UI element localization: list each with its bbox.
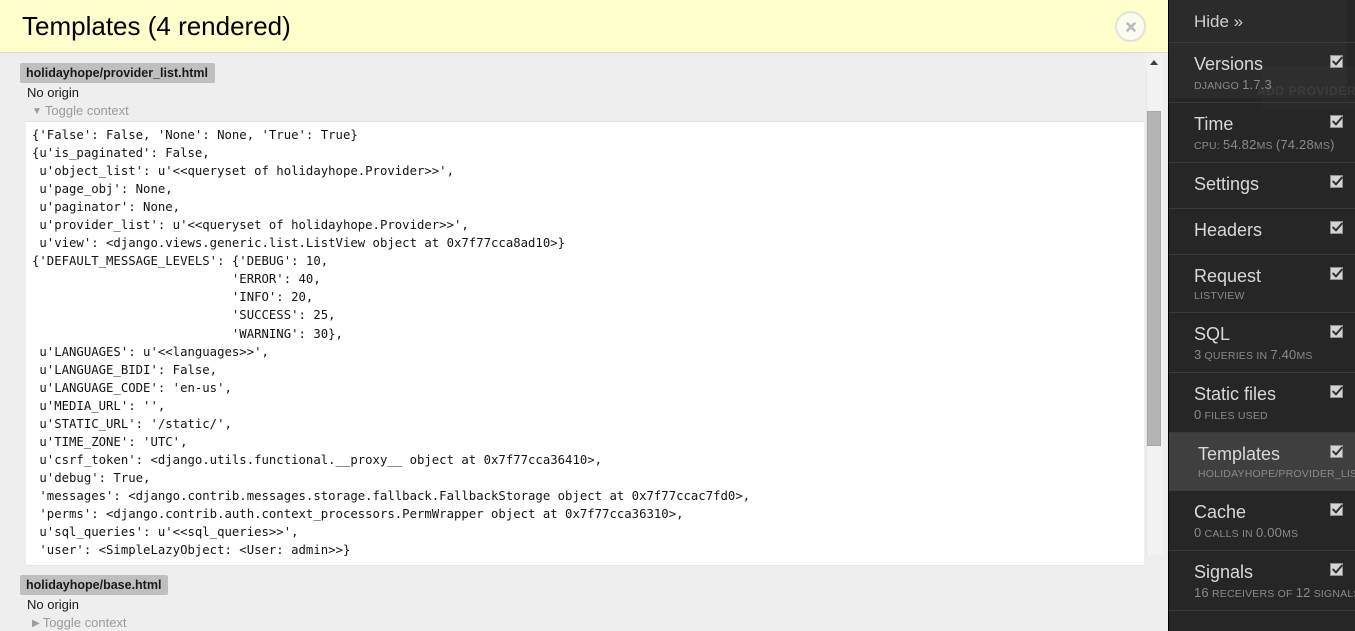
toolbar-panel-checkbox[interactable] [1330,503,1343,516]
scrollbar-thumb[interactable] [1147,111,1161,446]
triangle-down-icon: ▼ [32,106,42,117]
triangle-right-icon: ▶ [32,618,40,630]
toolbar-panel-checkbox[interactable] [1330,55,1343,68]
toolbar-panel-versions[interactable]: Versions Django 1.7.3 [1169,43,1355,103]
scrollbar-up-arrow[interactable] [1146,54,1163,70]
template-origin: No origin [27,597,80,613]
checkmark-icon [1332,116,1343,126]
toolbar-panel-subtitle: 16 receivers of 12 signals [1194,585,1355,600]
toolbar-panel-cache[interactable]: Cache 0 calls in 0.00MS [1169,491,1355,551]
toolbar-panel-settings[interactable]: Settings [1169,163,1355,209]
toggle-context-label: Toggle context [44,103,129,118]
toolbar-panel-checkbox[interactable] [1330,325,1343,338]
panel-header: Templates (4 rendered) [0,0,1168,53]
toolbar-panel-checkbox[interactable] [1330,385,1343,398]
toggle-context-link[interactable]: ▼ Toggle context [32,102,1168,120]
panel-content: holidayhope/provider_list.html No origin… [0,54,1168,631]
toolbar-panel-subtitle: ListView [1194,290,1245,302]
close-icon [1125,21,1136,32]
toolbar-panel-checkbox[interactable] [1330,175,1343,188]
toolbar-panel-time[interactable]: Time CPU: 54.82MS (74.28MS) [1169,103,1355,163]
toggle-context-label: Toggle context [42,615,127,631]
template-entry: holidayhope/provider_list.html No origin… [0,54,1168,567]
checkmark-icon [1332,386,1343,396]
template-context-code: {'False': False, 'None': None, 'True': T… [32,128,751,558]
checkmark-icon [1332,326,1343,336]
toolbar-panel-subtitle: CPU: 54.82MS (74.28MS) [1194,137,1335,152]
template-name-badge: holidayhope/provider_list.html [20,63,215,83]
toolbar-panel-static-files[interactable]: Static files 0 files used [1169,373,1355,433]
debug-panel: Templates (4 rendered) holidayhope/provi… [0,0,1168,631]
checkmark-icon [1332,446,1343,456]
toolbar-panel-templates[interactable]: Templatesholidayhope/provider_list.html [1169,433,1355,491]
checkmark-icon [1332,504,1343,514]
toolbar-hide-button[interactable]: Hide » [1169,0,1355,43]
toggle-context-link[interactable]: ▶ Toggle context [32,614,1168,631]
template-entry: holidayhope/base.html No origin ▶ Toggle … [0,566,1168,631]
toolbar-panel-subtitle: 0 files used [1194,407,1268,422]
toolbar-panel-checkbox[interactable] [1330,267,1343,280]
toolbar-panel-subtitle: 3 queries in 7.40MS [1194,347,1313,362]
toolbar-panel-subtitle: 0 calls in 0.00MS [1194,525,1299,540]
toolbar-panel-checkbox[interactable] [1330,221,1343,234]
close-button[interactable] [1115,11,1146,42]
toolbar-panel-subtitle: holidayhope/provider_list.html [1198,468,1355,480]
checkmark-icon [1332,268,1343,278]
page-title: Templates (4 rendered) [22,11,291,41]
template-context-box: {'False': False, 'None': None, 'True': T… [26,121,1144,567]
template-name-badge: holidayhope/base.html [20,575,169,596]
checkmark-icon [1332,564,1343,574]
toolbar-panel-headers[interactable]: Headers [1169,209,1355,255]
checkmark-icon [1332,222,1343,232]
toolbar-panel-request[interactable]: Request ListView [1169,255,1355,313]
toolbar-panel-checkbox[interactable] [1330,445,1343,458]
checkmark-icon [1332,56,1343,66]
checkmark-icon [1332,176,1343,186]
triangle-up-icon [1150,60,1158,65]
template-origin: No origin [27,85,80,100]
toolbar-panel-sql[interactable]: SQL 3 queries in 7.40MS [1169,313,1355,373]
debug-toolbar: ADD PROVIDER Hide » Versions Django 1.7.3… [1168,0,1355,631]
toolbar-panel-checkbox[interactable] [1330,563,1343,576]
toolbar-panel-checkbox[interactable] [1330,115,1343,128]
toolbar-panel-signals[interactable]: Signals16 receivers of 12 signals [1169,551,1355,611]
toolbar-panel-subtitle: Django 1.7.3 [1194,77,1272,92]
